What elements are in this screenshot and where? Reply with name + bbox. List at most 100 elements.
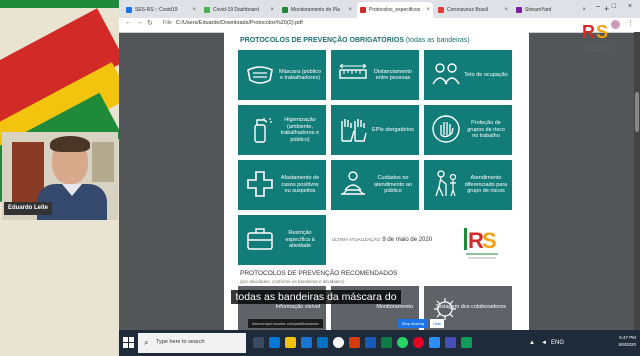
ruler-icon	[339, 63, 367, 79]
logo-letter-r: R	[582, 22, 595, 42]
card-epis: EPIs obrigatórios	[331, 105, 419, 155]
taskbar-search[interactable]: ⌕ Type here to search	[138, 333, 246, 353]
tab-ses-rs[interactable]: SES-RS :: Covid19 ×	[123, 2, 199, 18]
tab-streamyard[interactable]: StreamYard ×	[513, 2, 589, 18]
clock[interactable]: 5:47 PM 5/9/2020	[618, 334, 636, 348]
maximize-icon[interactable]: □	[612, 3, 616, 10]
excel-icon[interactable]	[381, 337, 392, 348]
taskbar: ⌕ Type here to search ▲ ◄ ENG 5:47 PM 5/…	[119, 330, 640, 356]
stop-sharing-button[interactable]: Stop sharing	[398, 319, 428, 328]
elderly-icon	[435, 170, 457, 197]
tab-monitoramento[interactable]: Monitoramento do Pla ×	[279, 2, 355, 18]
scrollbar[interactable]	[634, 32, 640, 330]
task-view-icon[interactable]	[253, 337, 264, 348]
recommended-title: PROTOCOLOS DE PREVENÇÃO RECOMENDADOS	[240, 270, 398, 277]
chrome-icon[interactable]	[333, 337, 344, 348]
live-caption: todas as bandeiras da máscara do	[220, 287, 412, 305]
whatsapp-icon[interactable]	[397, 337, 408, 348]
section-title-text: PROTOCOLOS DE PREVENÇÃO OBRIGATÓRIOS	[240, 37, 404, 44]
service-icon	[341, 171, 365, 195]
video-shelf	[92, 142, 114, 182]
gloves-icon	[341, 119, 367, 142]
language-indicator[interactable]: ENG	[551, 340, 564, 346]
cross-icon	[247, 171, 273, 197]
pdf-page: PROTOCOLOS DE PREVENÇÃO OBRIGATÓRIOS (to…	[224, 32, 529, 330]
tab-covid-dashboard[interactable]: Covid-19 Dashboard ×	[201, 2, 277, 18]
card-mascara: Máscara (público e trabalhadores)	[238, 50, 326, 100]
file-explorer-icon[interactable]	[285, 337, 296, 348]
url-text: C:/Users/Eduardo/Downloads/Protocolos%20…	[175, 20, 303, 26]
card-afastamento: Afastamento de casos positivos ou suspei…	[238, 160, 326, 210]
card-atendimento-publico: Cuidados no atendimento ao público	[331, 160, 419, 210]
tab-bar: SES-RS :: Covid19 × Covid-19 Dashboard ×…	[119, 0, 640, 18]
scrollbar-thumb[interactable]	[635, 92, 639, 132]
network-icon[interactable]: ▲	[529, 340, 535, 346]
address-bar: ← → ↻ File C:/Users/Eduardo/Downloads/Pro…	[119, 18, 640, 33]
card-restricao: Restrição específica à atividade	[238, 215, 326, 265]
card-label: Cuidados no atendimento ao público	[374, 175, 412, 195]
tab-title: Monitoramento do Pla	[291, 7, 340, 13]
card-label: Testagem dos colaboradores	[435, 304, 506, 310]
recommended-subtitle: (por atividades, conforme as bandeiras e…	[240, 279, 345, 284]
windows-start-icon[interactable]	[123, 337, 134, 348]
back-icon[interactable]: ←	[125, 19, 132, 26]
card-protecao-grupos: Proteção de grupos de risco no trabalho	[424, 105, 512, 155]
close-icon[interactable]: ×	[582, 2, 586, 18]
search-placeholder: Type here to search	[156, 339, 205, 345]
last-updated-label: ÚLTIMA ATUALIZAÇÃO:	[332, 237, 382, 242]
word-icon[interactable]	[365, 337, 376, 348]
volume-icon[interactable]: ◄	[541, 340, 547, 346]
meet-icon[interactable]	[461, 337, 472, 348]
card-higienizacao: Higienização (ambiente, trabalhadores e …	[238, 105, 326, 155]
file-scheme-label: File	[163, 20, 172, 26]
url-field[interactable]: File C:/Users/Eduardo/Downloads/Protocolo…	[163, 20, 303, 26]
caption-text: todas as bandeiras da máscara do	[231, 290, 401, 304]
window-close-icon[interactable]: ×	[628, 3, 632, 10]
tab-favicon	[360, 7, 366, 13]
section-title: PROTOCOLOS DE PREVENÇÃO OBRIGATÓRIOS (to…	[240, 37, 470, 44]
card-label: Máscara (público e trabalhadores)	[279, 68, 321, 82]
close-icon[interactable]: ×	[270, 2, 274, 18]
close-icon[interactable]: ×	[504, 2, 508, 18]
search-icon: ⌕	[144, 338, 149, 347]
clock-time: 5:47 PM	[619, 335, 636, 340]
tab-coronavirus-brasil[interactable]: Coronavirus Brasil ×	[435, 2, 511, 18]
mail-icon[interactable]	[317, 337, 328, 348]
clock-date: 5/9/2020	[618, 342, 636, 347]
zoom-icon[interactable]	[429, 337, 440, 348]
logo-tagline: GOVERNO DO ESTADO RIO GRANDE DO SUL	[580, 44, 614, 52]
speaker-nameplate: Eduardo Leite	[4, 202, 53, 215]
speaker-hair	[50, 136, 90, 152]
last-updated: ÚLTIMA ATUALIZAÇÃO: 9 de maio de 2020	[332, 237, 432, 243]
card-label: EPIs obrigatórios	[372, 126, 414, 133]
tab-favicon	[516, 7, 522, 13]
briefcase-icon	[247, 228, 273, 250]
tab-protocolos[interactable]: Protocolos_especificos ×	[357, 2, 433, 18]
reload-icon[interactable]: ↻	[147, 19, 153, 27]
card-teto-ocupacao: Teto de ocupação	[424, 50, 512, 100]
new-tab-button[interactable]: +	[604, 2, 609, 16]
card-label: Afastamento de casos positivos ou suspei…	[280, 175, 320, 195]
close-icon[interactable]: ×	[426, 2, 430, 18]
close-icon[interactable]: ×	[348, 2, 352, 18]
menu-icon[interactable]: ⋮	[627, 19, 634, 27]
app-icon[interactable]	[413, 337, 424, 348]
tab-favicon	[204, 7, 210, 13]
logo-letter-s: S	[596, 22, 609, 42]
hide-button[interactable]: Hide	[430, 319, 444, 328]
spray-bottle-icon	[254, 118, 272, 143]
edge-icon[interactable]	[269, 337, 280, 348]
sharing-notice: Interromper/ocultar compartilhamento	[248, 319, 323, 328]
card-label: Atendimento diferenciado para grupo de r…	[464, 175, 508, 195]
tab-title: Covid-19 Dashboard	[213, 7, 259, 13]
close-icon[interactable]: ×	[192, 2, 196, 18]
minimize-icon[interactable]: –	[596, 3, 600, 10]
card-label: Higienização (ambiente, trabalhadores e …	[280, 117, 320, 143]
teams-icon[interactable]	[445, 337, 456, 348]
hand-stop-icon	[432, 115, 460, 143]
store-icon[interactable]	[301, 337, 312, 348]
powerpoint-icon[interactable]	[349, 337, 360, 348]
tab-title: Coronavirus Brasil	[447, 7, 488, 13]
tab-title: Protocolos_especificos	[369, 7, 421, 13]
forward-icon[interactable]: →	[136, 19, 143, 26]
